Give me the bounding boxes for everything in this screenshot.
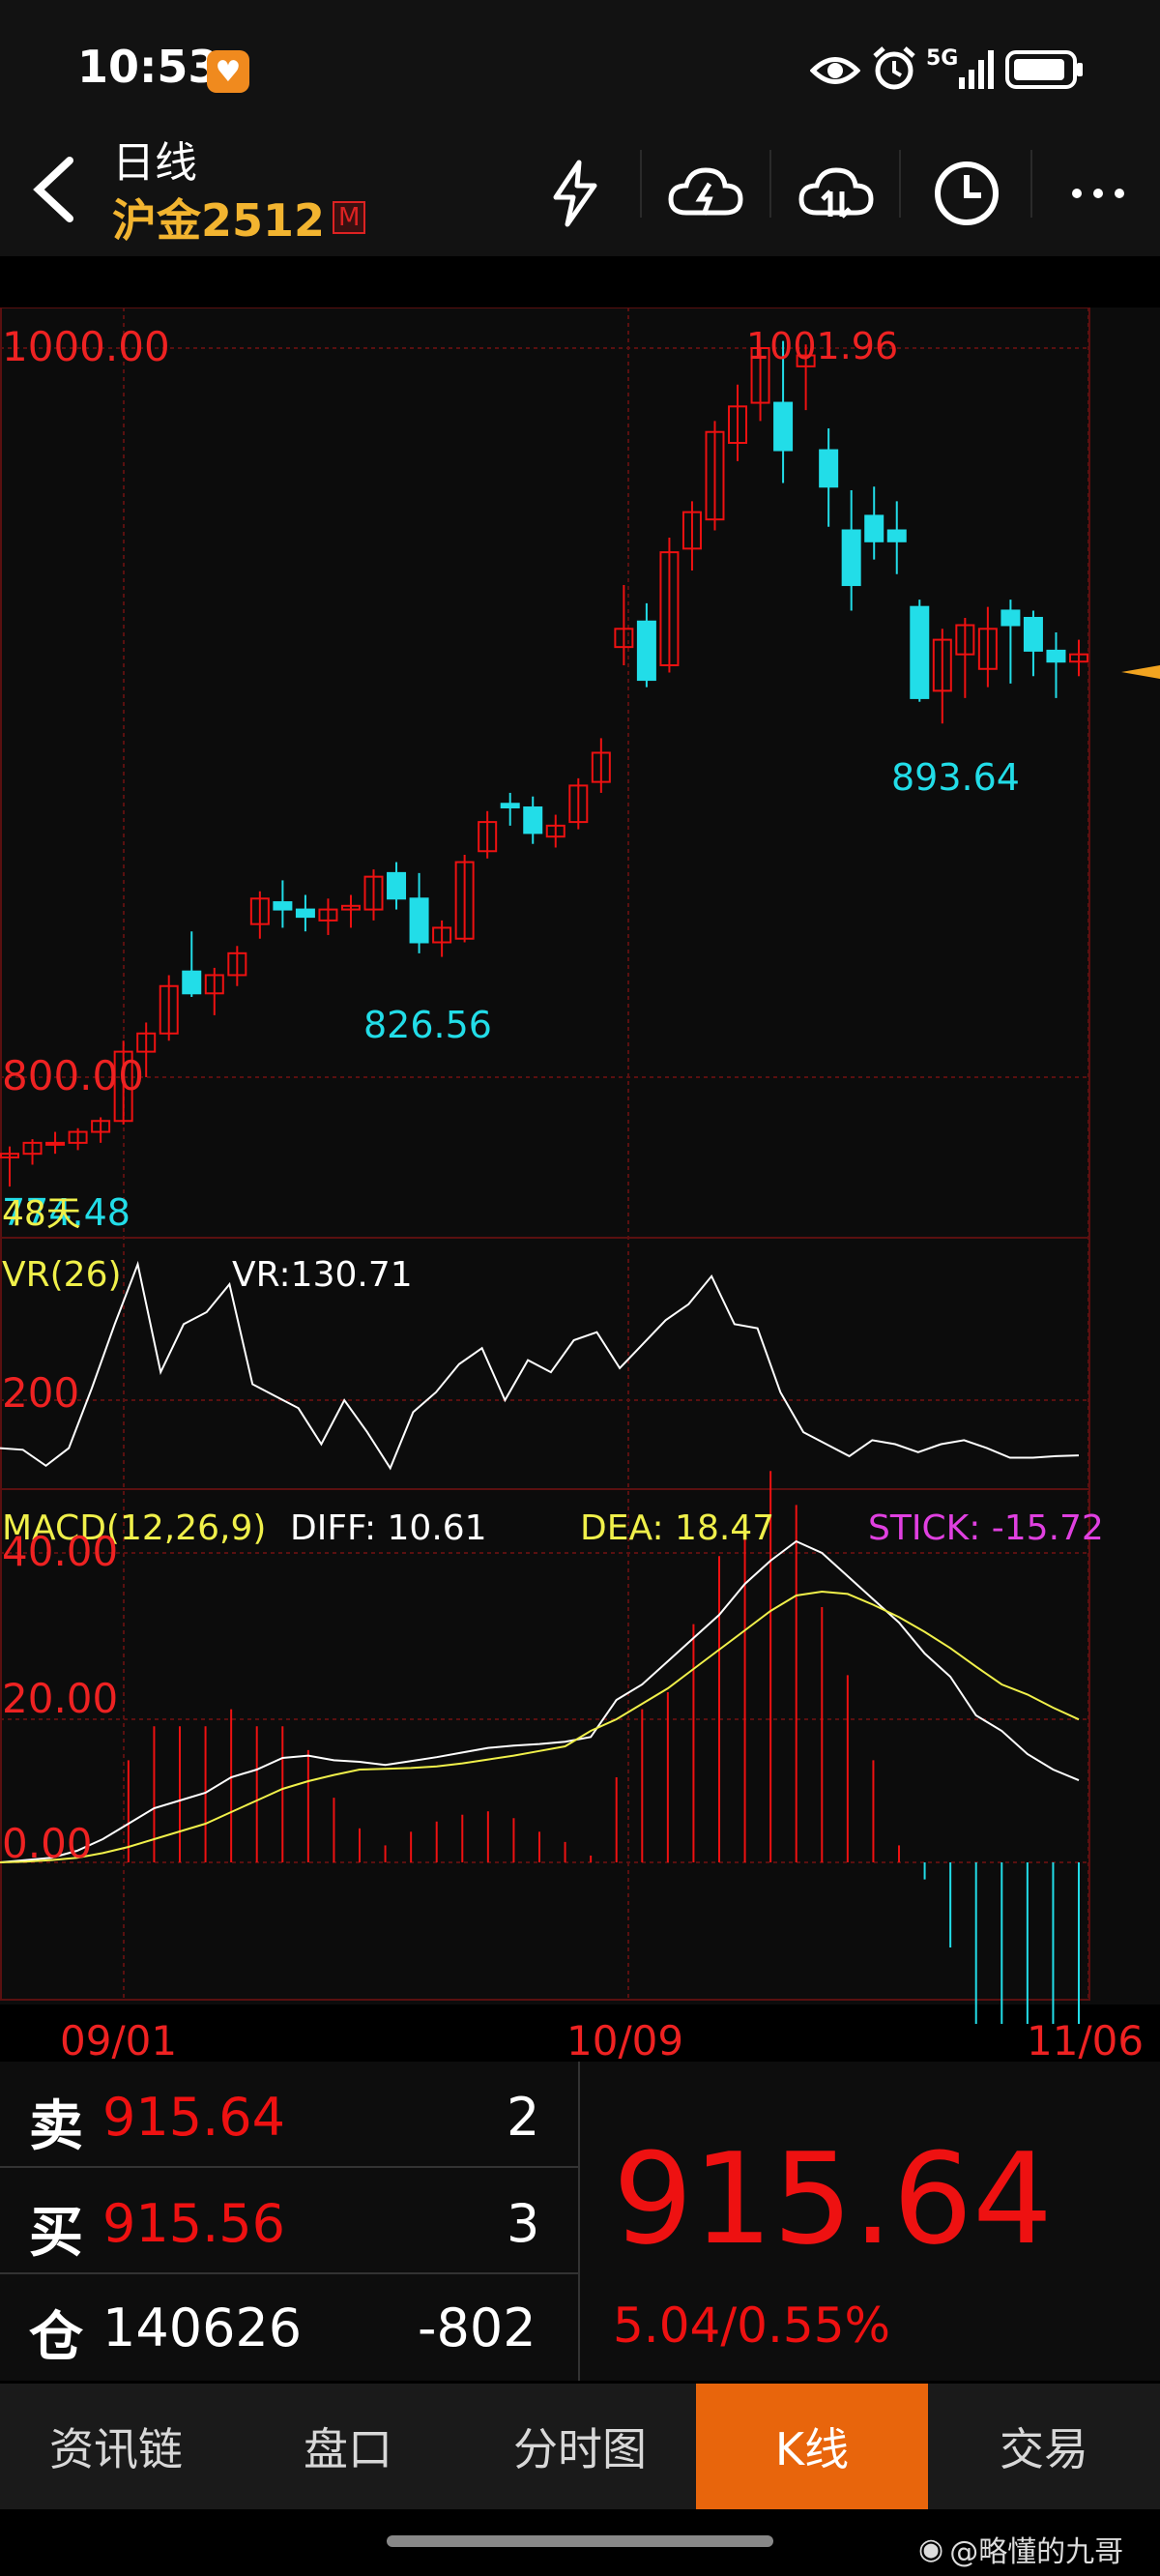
y-label-800: 800.00 xyxy=(2,1052,144,1099)
vr-line xyxy=(0,1260,1080,1471)
tab-kline[interactable]: K线 xyxy=(696,2384,928,2509)
vr-level-200: 200 xyxy=(2,1369,80,1417)
watermark: ◉ @略懂的九哥 xyxy=(918,2528,1123,2570)
candle-body xyxy=(1000,609,1021,627)
macd-dea: DEA: 18.47 xyxy=(580,1508,775,1548)
network-label: 5G xyxy=(926,46,959,71)
date-label-1106: 11/06 xyxy=(1027,2017,1145,2064)
vr-value: VR:130.71 xyxy=(232,1255,413,1295)
more-icon xyxy=(1072,189,1124,198)
cloud-sync-button[interactable] xyxy=(788,145,884,242)
home-indicator[interactable] xyxy=(387,2535,773,2547)
macd-level-40: 40.00 xyxy=(2,1528,119,1575)
sell-qty: 2 xyxy=(507,2087,540,2148)
candle-body xyxy=(864,514,884,542)
candle-body xyxy=(523,806,543,834)
page-subtitle: 日线 xyxy=(112,138,197,188)
eye-icon xyxy=(810,57,860,84)
clock-icon xyxy=(935,161,999,225)
quote-panel: 卖 915.64 2 买 915.56 3 仓 140626 -802 915.… xyxy=(0,2062,1160,2381)
candle-body xyxy=(819,449,839,488)
cloud-upload-icon xyxy=(798,167,874,219)
open-interest-change: -802 xyxy=(418,2298,536,2358)
macd-stick: STICK: -15.72 xyxy=(868,1508,1104,1548)
sell-label: 卖 xyxy=(29,2095,83,2158)
status-time: 10:53 xyxy=(77,41,219,93)
candle-body xyxy=(273,901,293,911)
sell-price[interactable]: 915.64 xyxy=(102,2087,285,2148)
status-bar: 10:53 ♥ 5G xyxy=(0,0,1160,135)
candle-body xyxy=(182,970,202,995)
heart-app-icon: ♥ xyxy=(207,50,249,93)
low-label-right: 893.64 xyxy=(891,756,1020,799)
candle-body xyxy=(295,908,315,919)
contract-name: 沪金2512 xyxy=(112,194,326,247)
back-icon[interactable] xyxy=(27,155,81,224)
flash-order-button[interactable] xyxy=(527,145,624,242)
divider xyxy=(769,150,771,218)
quote-row-divider xyxy=(0,2166,578,2168)
price-change: 5.04/0.55% xyxy=(613,2298,891,2354)
tab-intraday[interactable]: 分时图 xyxy=(464,2384,696,2509)
macd-level-20: 20.00 xyxy=(2,1675,119,1722)
cloud-download-button[interactable] xyxy=(657,145,754,242)
lightning-icon xyxy=(553,160,597,227)
macd-diff: DIFF: 10.61 xyxy=(290,1508,487,1548)
candle-body xyxy=(1023,616,1043,652)
candle-body xyxy=(886,529,907,542)
candle-body xyxy=(387,871,407,900)
buy-label: 买 xyxy=(29,2202,83,2265)
divider xyxy=(640,150,642,218)
tab-order-book[interactable]: 盘口 xyxy=(232,2384,464,2509)
more-button[interactable] xyxy=(1050,145,1146,242)
buy-price[interactable]: 915.56 xyxy=(102,2193,285,2254)
main-contract-badge: M xyxy=(333,201,366,234)
candle-body xyxy=(500,803,520,809)
bottom-tab-bar: 资讯链 盘口 分时图 K线 交易 xyxy=(0,2384,1160,2509)
weibo-icon: ◉ xyxy=(918,2532,944,2566)
macd-dea-line xyxy=(0,1590,1080,1863)
candle-body xyxy=(636,620,656,682)
quote-row-divider xyxy=(0,2272,578,2274)
candle-body xyxy=(773,401,794,452)
battery-icon xyxy=(1005,50,1083,89)
candle-body xyxy=(910,605,930,699)
open-interest-value: 140626 xyxy=(102,2298,303,2358)
open-interest-label: 仓 xyxy=(29,2306,83,2369)
watermark-text: @略懂的九哥 xyxy=(949,2535,1124,2569)
candle-body xyxy=(409,897,429,944)
kline-chart[interactable] xyxy=(0,307,1160,2024)
days-label: 48天 xyxy=(2,1194,81,1234)
candle-body xyxy=(841,529,861,587)
signal-icon xyxy=(959,50,994,89)
low-label-mid: 826.56 xyxy=(363,1004,492,1046)
macd-diff-line xyxy=(0,1539,1080,1863)
y-label-1000: 1000.00 xyxy=(2,323,170,370)
page-title: 沪金2512 M xyxy=(112,186,366,249)
vr-name: VR(26) xyxy=(2,1255,122,1295)
buy-qty: 3 xyxy=(507,2193,540,2254)
high-label: 1001.96 xyxy=(746,325,899,367)
macd-level-0: 0.00 xyxy=(2,1820,93,1867)
date-label-1009: 10/09 xyxy=(566,2017,684,2064)
alarm-icon xyxy=(873,46,915,90)
candle-body xyxy=(45,1141,66,1146)
candle-body xyxy=(1046,649,1066,663)
cloud-download-icon xyxy=(668,167,743,216)
tab-trade[interactable]: 交易 xyxy=(928,2384,1160,2509)
last-price: 915.64 xyxy=(613,2125,1053,2272)
history-button[interactable] xyxy=(918,145,1015,242)
quote-divider xyxy=(578,2062,580,2381)
divider xyxy=(1030,150,1032,218)
tab-news-chain[interactable]: 资讯链 xyxy=(0,2384,232,2509)
date-label-0901: 09/01 xyxy=(60,2017,178,2064)
divider xyxy=(899,150,901,218)
current-price-marker-icon xyxy=(1121,665,1160,679)
